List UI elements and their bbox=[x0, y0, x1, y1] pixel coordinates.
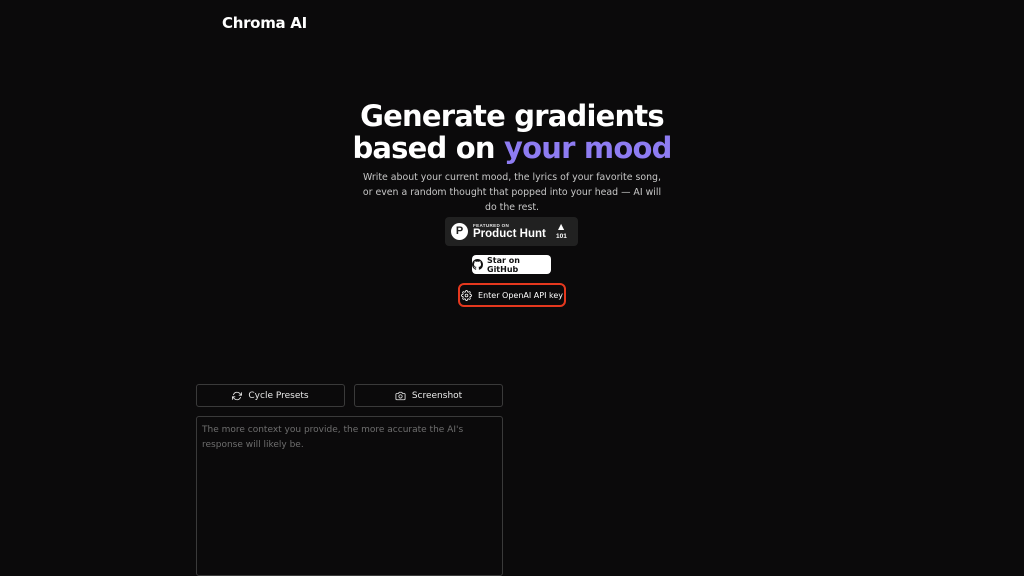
api-key-button-label: Enter OpenAI API key bbox=[478, 290, 563, 300]
camera-icon bbox=[395, 391, 406, 401]
hero-section: Generate gradients based on your mood Wr… bbox=[0, 100, 1024, 215]
page-title: Generate gradients based on your mood bbox=[0, 100, 1024, 164]
mood-textarea[interactable] bbox=[196, 416, 503, 576]
github-button-label: Star on GitHub bbox=[487, 255, 520, 274]
screenshot-button[interactable]: Screenshot bbox=[354, 384, 503, 407]
cycle-presets-button[interactable]: Cycle Presets bbox=[196, 384, 345, 407]
gear-icon bbox=[461, 289, 472, 301]
hero-subtitle: Write about your current mood, the lyric… bbox=[362, 172, 662, 213]
enter-api-key-button[interactable]: Enter OpenAI API key bbox=[458, 283, 566, 307]
headline-line-2-prefix: based on bbox=[352, 131, 505, 165]
refresh-icon bbox=[232, 391, 243, 401]
screenshot-label: Screenshot bbox=[411, 390, 463, 401]
cycle-presets-label: Cycle Presets bbox=[248, 390, 309, 401]
product-hunt-name: Product Hunt bbox=[473, 228, 546, 240]
github-icon bbox=[472, 259, 483, 270]
app-page: Chroma AI Generate gradients based on yo… bbox=[0, 0, 1024, 576]
product-hunt-logo-icon: P bbox=[451, 223, 468, 240]
app-logo[interactable]: Chroma AI bbox=[222, 14, 307, 32]
star-on-github-button[interactable]: Star on GitHub bbox=[472, 255, 551, 274]
headline-accent: your mood bbox=[504, 131, 672, 165]
product-hunt-badge[interactable]: P FEATURED ON Product Hunt ▲ 101 bbox=[445, 217, 578, 246]
upvote-count: 101 bbox=[556, 233, 567, 240]
upvote-arrow-icon: ▲ bbox=[558, 222, 565, 231]
headline-line-1: Generate gradients bbox=[360, 99, 664, 133]
